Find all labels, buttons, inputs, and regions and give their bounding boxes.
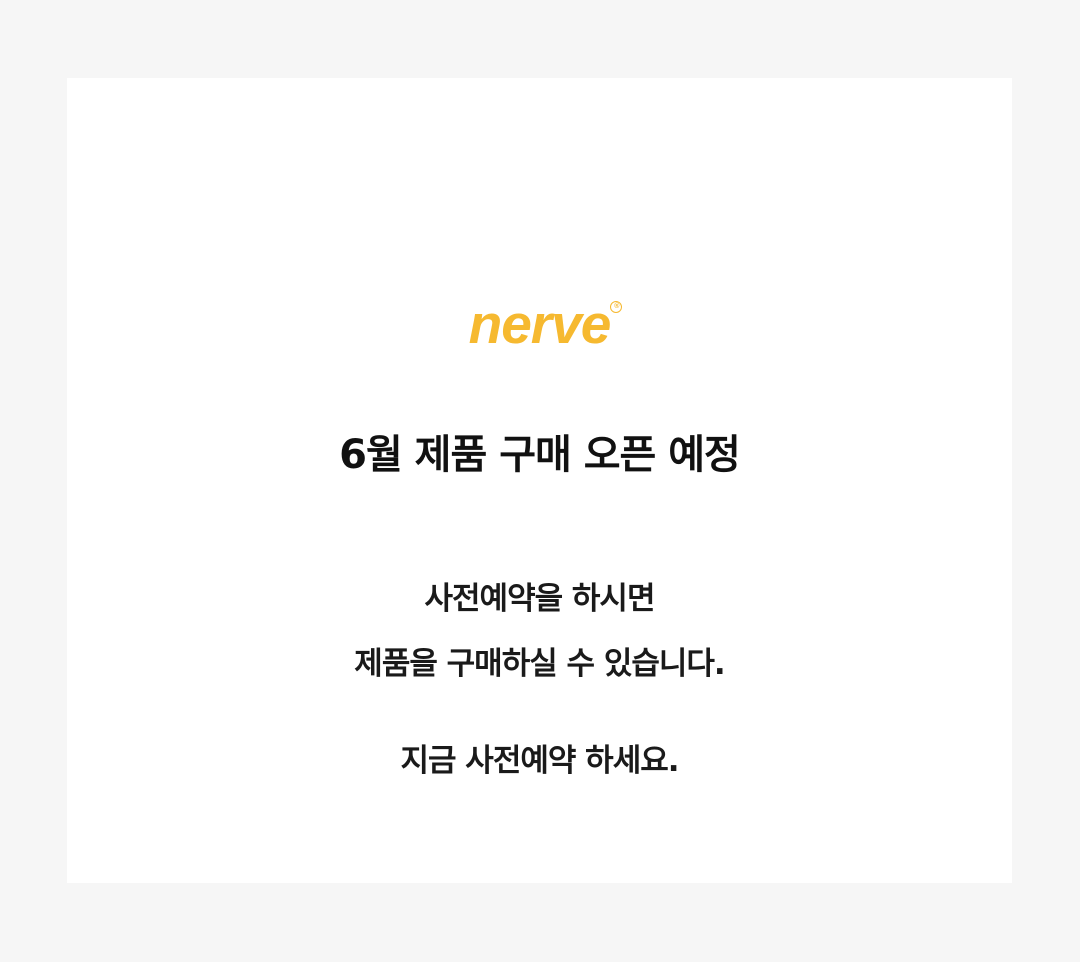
registered-mark-icon: ® xyxy=(610,301,623,313)
brand-logo: nerve ® xyxy=(67,294,1012,354)
logo-text: nerve xyxy=(468,293,612,355)
notice-card: nerve ® 6월 제품 구매 오픈 예정 사전예약을 하시면 제품을 구매하… xyxy=(67,78,1012,883)
notice-line-2: 제품을 구매하실 수 있습니다. xyxy=(354,646,725,682)
logo-wordmark: nerve ® xyxy=(468,293,623,355)
page-title: 6월 제품 구매 오픈 예정 xyxy=(339,432,741,478)
notice-line-1: 사전예약을 하시면 xyxy=(424,581,656,617)
notice-line-3: 지금 사전예약 하세요. xyxy=(400,743,679,779)
